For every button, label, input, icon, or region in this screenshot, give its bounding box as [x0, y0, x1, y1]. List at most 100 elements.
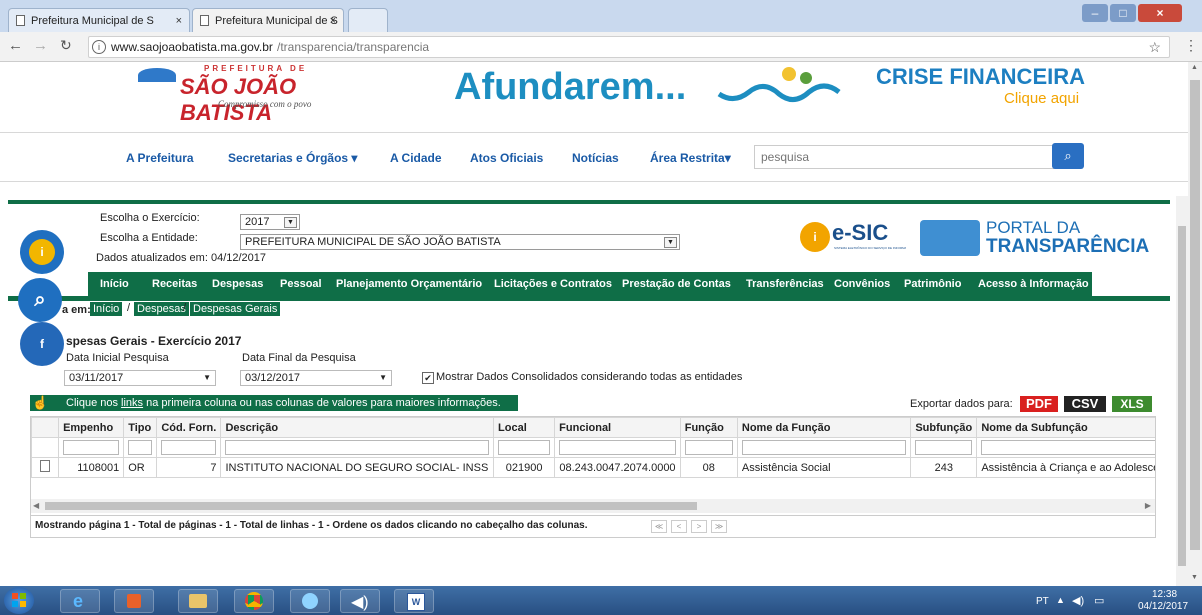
- breadcrumb-despesas-gerais[interactable]: Despesas Gerais: [190, 302, 281, 316]
- nav-secretarias[interactable]: Secretarias e Órgãos ▾: [228, 151, 357, 165]
- menu-despesas[interactable]: Despesas: [212, 278, 263, 290]
- page-next-button[interactable]: >: [691, 520, 707, 533]
- star-bookmark-icon[interactable]: ☆: [1148, 37, 1161, 57]
- close-tab-icon[interactable]: ×: [176, 9, 182, 33]
- scroll-down-icon[interactable]: ▼: [1191, 574, 1198, 581]
- menu-convenios[interactable]: Convênios: [834, 278, 890, 290]
- cell-empenho[interactable]: 1108001: [58, 457, 125, 478]
- menu-acesso-informacao[interactable]: Acesso à Informação: [978, 278, 1089, 290]
- nav-area-restrita[interactable]: Área Restrita▾: [650, 151, 731, 165]
- new-tab-button[interactable]: [348, 8, 388, 32]
- search-fab-button[interactable]: ⌕: [18, 278, 62, 322]
- menu-licitacoes[interactable]: Licitações e Contratos: [494, 278, 612, 290]
- clock-date[interactable]: 04/12/2017: [1138, 601, 1188, 612]
- search-button[interactable]: ⌕: [1052, 143, 1084, 169]
- nav-atos-oficiais[interactable]: Atos Oficiais: [470, 151, 543, 165]
- page-prev-button[interactable]: <: [671, 520, 687, 533]
- th-funcao[interactable]: Função: [679, 417, 738, 438]
- portal-transparencia-logo[interactable]: PORTAL DA TRANSPARÊNCIA: [920, 216, 1162, 260]
- browser-tab-1[interactable]: Prefeitura Municipal de S ×: [8, 8, 190, 32]
- forward-arrow-icon[interactable]: →: [33, 37, 48, 54]
- close-window-button[interactable]: ×: [1138, 4, 1182, 22]
- hint-link[interactable]: links: [121, 397, 143, 409]
- close-tab-icon[interactable]: ×: [330, 9, 336, 33]
- maximize-button[interactable]: □: [1110, 4, 1136, 22]
- th-cod-forn[interactable]: Cód. Forn.: [156, 417, 222, 438]
- menu-kebab-icon[interactable]: ⋮: [1184, 37, 1198, 54]
- menu-planejamento[interactable]: Planejamento Orçamentário: [336, 278, 482, 290]
- explorer-taskbar-button[interactable]: [178, 589, 218, 613]
- clock-time[interactable]: 12:38: [1152, 589, 1177, 600]
- th-nome-funcao[interactable]: Nome da Função: [736, 417, 912, 438]
- accessibility-info-button[interactable]: i: [20, 230, 64, 274]
- filter-input[interactable]: [498, 440, 551, 455]
- menu-patrimonio[interactable]: Patrimônio: [904, 278, 961, 290]
- menu-inicio[interactable]: Início: [100, 278, 129, 290]
- filter-input[interactable]: [741, 440, 907, 455]
- th-descricao[interactable]: Descrição: [220, 417, 495, 438]
- th-local[interactable]: Local: [493, 417, 556, 438]
- paint-taskbar-button[interactable]: [290, 589, 330, 613]
- grid-scrollbar-thumb[interactable]: [45, 502, 697, 510]
- nav-noticias[interactable]: Notícias: [572, 151, 619, 165]
- table-row[interactable]: 1108001 OR 7 INSTITUTO NACIONAL DO SEGUR…: [31, 457, 1155, 478]
- url-field[interactable]: i www.saojoaobatista.ma.gov.br /transpar…: [88, 36, 1170, 58]
- filter-input[interactable]: [915, 440, 973, 455]
- filter-input[interactable]: [559, 440, 676, 455]
- tray-volume-icon[interactable]: ◀): [1072, 594, 1084, 607]
- consolidado-checkbox[interactable]: ✔: [422, 372, 434, 384]
- scroll-right-icon[interactable]: ▶: [1145, 499, 1151, 513]
- page-scrollbar[interactable]: ▲ ▼: [1188, 62, 1202, 586]
- grid-horizontal-scrollbar[interactable]: ◀ ▶: [31, 499, 1155, 513]
- filter-input[interactable]: [225, 440, 490, 455]
- data-inicial-select[interactable]: 03/11/2017 ▼: [64, 370, 216, 386]
- menu-pessoal[interactable]: Pessoal: [280, 278, 322, 290]
- th-subfuncao[interactable]: Subfunção: [910, 417, 978, 438]
- facebook-button[interactable]: f: [20, 322, 64, 366]
- prefeitura-logo[interactable]: PREFEITURA DE SÃO JOÃO BATISTA Compromis…: [138, 62, 378, 125]
- page-last-button[interactable]: ≫: [711, 520, 727, 533]
- minimize-button[interactable]: –: [1082, 4, 1108, 22]
- word-taskbar-button[interactable]: W: [394, 589, 434, 613]
- page-scrollbar-thumb[interactable]: [1190, 80, 1200, 550]
- crise-banner[interactable]: Afundarem... CRISE FINANCEIRA Clique aqu…: [452, 62, 1102, 112]
- export-pdf-button[interactable]: PDF: [1020, 396, 1058, 412]
- tray-network-icon[interactable]: ▭: [1094, 594, 1104, 607]
- menu-transferencias[interactable]: Transferências: [746, 278, 824, 290]
- filter-input[interactable]: [981, 440, 1155, 455]
- reload-icon[interactable]: ↻: [60, 37, 72, 54]
- start-button[interactable]: [4, 587, 34, 614]
- info-icon[interactable]: i: [92, 40, 106, 54]
- page-first-button[interactable]: ≪: [651, 520, 667, 533]
- language-indicator[interactable]: PT: [1036, 596, 1049, 607]
- filter-input[interactable]: [684, 440, 733, 455]
- search-input[interactable]: [754, 145, 1058, 169]
- nav-a-cidade[interactable]: A Cidade: [390, 151, 442, 165]
- breadcrumb-despesas[interactable]: Despesas: [134, 302, 189, 316]
- menu-receitas[interactable]: Receitas: [152, 278, 197, 290]
- chrome-taskbar-button[interactable]: [234, 589, 274, 613]
- ie-taskbar-button[interactable]: e: [60, 589, 100, 613]
- browser-tab-2[interactable]: Prefeitura Municipal de S ×: [192, 8, 344, 32]
- th-funcional[interactable]: Funcional: [554, 417, 681, 438]
- data-final-select[interactable]: 03/12/2017 ▼: [240, 370, 392, 386]
- nav-a-prefeitura[interactable]: A Prefeitura: [126, 151, 194, 165]
- volume-taskbar-button[interactable]: ◀): [340, 589, 380, 613]
- exercicio-select[interactable]: 2017 ▼: [240, 214, 300, 230]
- tray-arrow-icon[interactable]: ▲: [1056, 595, 1065, 605]
- scroll-left-icon[interactable]: ◀: [33, 499, 39, 513]
- inner-scrollbar-thumb[interactable]: [1178, 226, 1186, 566]
- esic-logo[interactable]: i e-SIC SISTEMA ELETRÔNICO DO SERVIÇO DE…: [800, 218, 910, 258]
- th-nome-subfuncao[interactable]: Nome da Subfunção: [976, 417, 1155, 438]
- media-taskbar-button[interactable]: [114, 589, 154, 613]
- filter-input[interactable]: [63, 440, 120, 455]
- export-csv-button[interactable]: CSV: [1064, 396, 1106, 412]
- th-empenho[interactable]: Empenho: [58, 417, 125, 438]
- filter-input[interactable]: [128, 440, 153, 455]
- scroll-up-icon[interactable]: ▲: [1191, 64, 1198, 71]
- th-tipo[interactable]: Tipo: [123, 417, 158, 438]
- row-detail-icon[interactable]: [31, 457, 60, 478]
- breadcrumb-inicio[interactable]: Início: [90, 302, 123, 316]
- back-arrow-icon[interactable]: ←: [8, 37, 23, 54]
- entidade-select[interactable]: PREFEITURA MUNICIPAL DE SÃO JOÃO BATISTA…: [240, 234, 680, 250]
